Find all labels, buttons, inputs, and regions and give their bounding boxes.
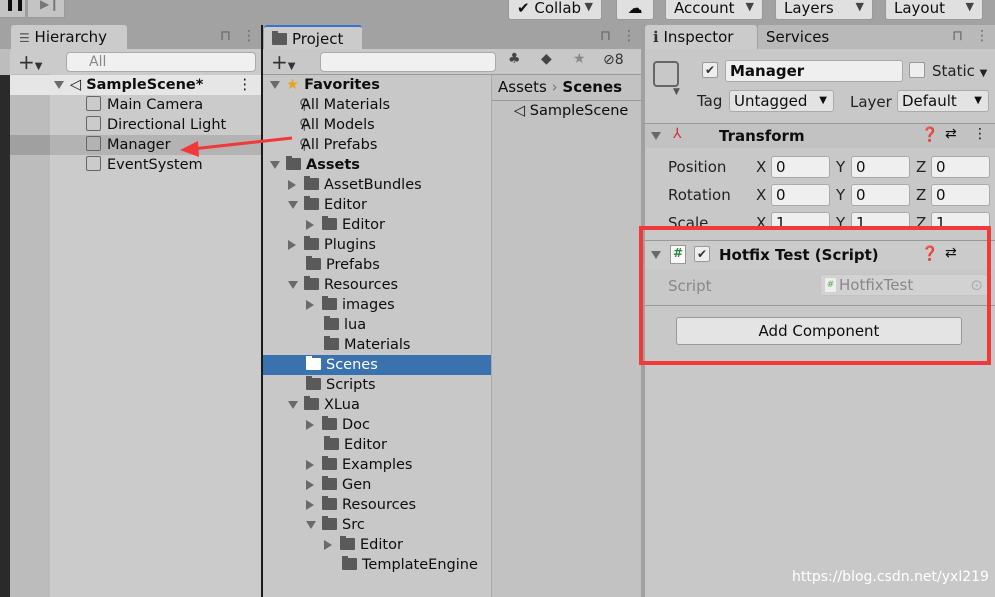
watermark: https://blog.csdn.net/yxl219 xyxy=(792,569,989,585)
arrow-line xyxy=(191,136,293,151)
arrow-head xyxy=(180,141,199,157)
annotation-arrow xyxy=(180,136,293,157)
